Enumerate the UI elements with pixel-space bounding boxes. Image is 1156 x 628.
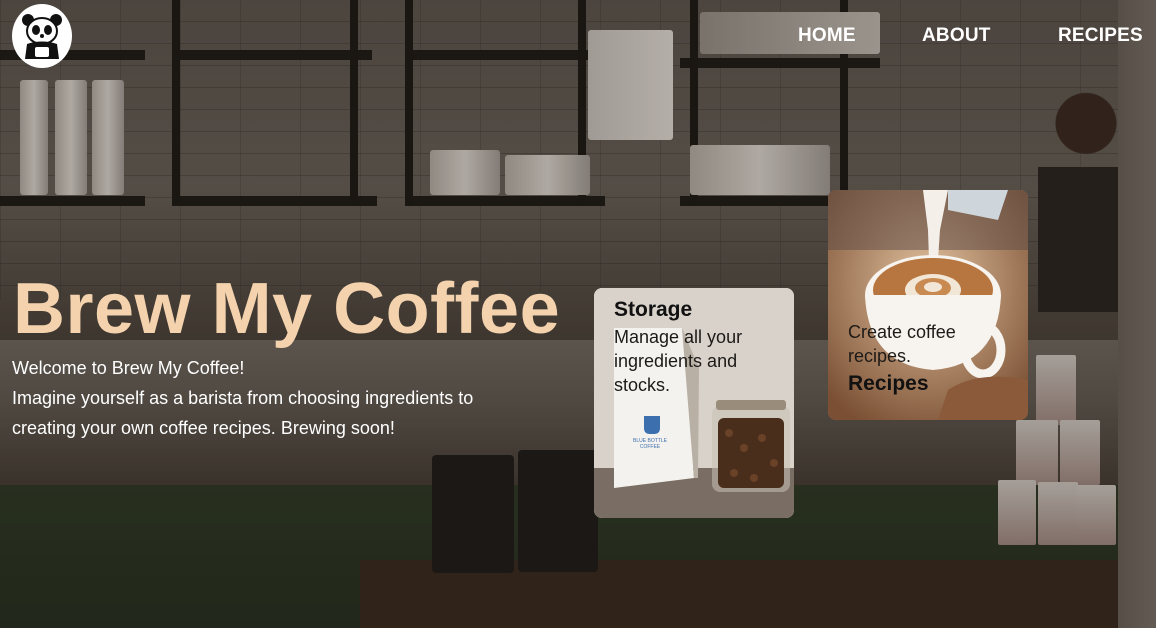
storage-card-title: Storage (614, 298, 693, 321)
logo[interactable] (12, 4, 72, 68)
recipes-card-title: Recipes (848, 372, 929, 395)
recipes-desc-line-2: recipes. (848, 346, 912, 366)
coffee-bag-and-jar-icon (594, 288, 794, 518)
recipes-card[interactable]: Create coffee recipes. Recipes (828, 190, 1028, 420)
storage-card[interactable]: BLUE BOTTLE COFFEE Storage Manage all yo… (594, 288, 794, 518)
coffee-bag-label: BLUE BOTTLE COFFEE (633, 438, 667, 450)
nav-home-link[interactable]: HOME (798, 25, 856, 47)
intro-text-line-1: Imagine yourself as a barista from choos… (12, 388, 474, 408)
storage-desc-line-2: ingredients and (614, 351, 738, 371)
nav-recipes-link[interactable]: RECIPES (1058, 25, 1143, 47)
page-title: Brew My Coffee (13, 269, 561, 349)
storage-card-description: Manage all your ingredients and stocks. (614, 325, 742, 397)
intro-text-line-2: creating your own coffee recipes. Brewin… (12, 418, 395, 438)
nav-about-link[interactable]: ABOUT (922, 25, 991, 47)
welcome-text: Welcome to Brew My Coffee! (12, 358, 245, 378)
recipes-desc-line-1: Create coffee (848, 322, 956, 342)
panda-icon (22, 14, 62, 59)
storage-desc-line-3: stocks. (614, 375, 671, 395)
recipes-card-description: Create coffee recipes. (848, 320, 956, 368)
storage-desc-line-1: Manage all your (614, 327, 743, 347)
